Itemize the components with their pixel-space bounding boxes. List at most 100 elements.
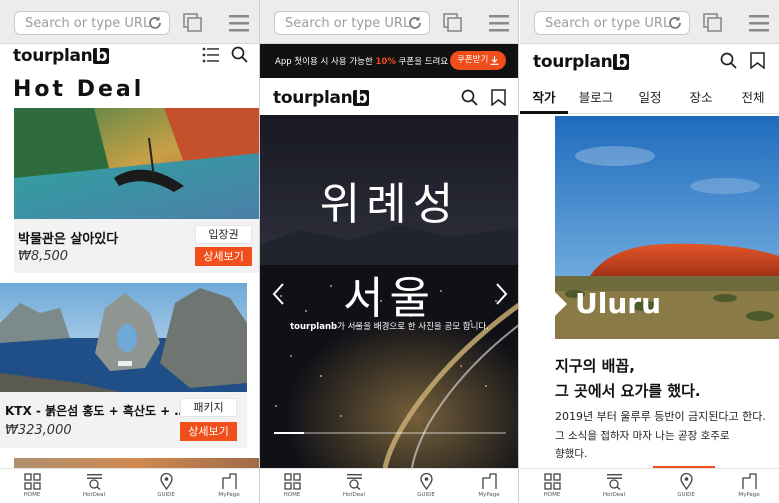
hero-caption: tourplanb가 서울을 배경으로 한 사진을 공모 합니다. [290, 322, 489, 332]
tabs-icon[interactable] [443, 13, 463, 33]
tab-schedule[interactable]: 일정 [626, 87, 674, 106]
tabs-icon[interactable] [183, 13, 203, 33]
reload-icon[interactable] [667, 15, 683, 31]
bottom-nav: HOME HotDeal GUIDE MyPage [0, 468, 259, 503]
browser-toolbar: Search or type URL [520, 0, 779, 44]
nav-label: MyPage [738, 492, 760, 498]
url-input[interactable]: Search or type URL [14, 11, 170, 35]
url-placeholder: Search or type URL [285, 16, 411, 31]
contest-screen: Search or type URL App 첫이용 시 사용 가능한 10% … [260, 0, 519, 503]
mypage-icon [221, 473, 237, 489]
nav-home[interactable]: HOME [532, 473, 572, 498]
island-rocks-image [0, 283, 247, 392]
nav-label: GUIDE [157, 492, 175, 498]
hotdeal-screen: Search or type URL tourplan b Hot Deal 박물… [0, 0, 260, 503]
photo-label: Uluru [575, 287, 662, 320]
nav-guide[interactable]: GUIDE [666, 473, 706, 498]
museum-painting-image [14, 108, 259, 219]
mypage-icon [481, 473, 497, 489]
reload-icon[interactable] [147, 15, 163, 31]
deal-price: ₩8,500 [18, 249, 69, 264]
url-input[interactable]: Search or type URL [274, 11, 430, 35]
map-pin-icon [679, 473, 693, 490]
article-title-line-1: 지구의 배꼽, [555, 357, 635, 375]
carousel-progress [274, 432, 506, 434]
detail-button[interactable]: 상세보기 [195, 247, 252, 266]
nav-label: HOME [543, 492, 561, 498]
app-coupon-banner: App 첫이용 시 사용 가능한 10% 쿠폰을 드려요 쿠폰받기 [260, 44, 518, 78]
deal-price: ₩323,000 [5, 423, 72, 438]
nav-hotdeal[interactable]: HotDeal [334, 473, 374, 498]
tab-author[interactable]: 작가 [520, 87, 568, 106]
bookmark-icon[interactable] [491, 89, 506, 106]
home-grid-icon [283, 473, 301, 490]
home-grid-icon [543, 473, 561, 490]
nav-guide[interactable]: GUIDE [146, 473, 186, 498]
site-logo[interactable]: tourplan b [13, 46, 110, 66]
deal-title: 박물관은 살아있다 [18, 232, 119, 247]
tab-all[interactable]: 전체 [729, 87, 777, 106]
detail-button[interactable]: 상세보기 [180, 422, 237, 441]
hero-title-1: 위례성 [319, 179, 460, 230]
bottom-nav: HOME HotDeal GUIDE MyPage [260, 468, 518, 503]
map-pin-icon [419, 473, 433, 490]
nav-home[interactable]: HOME [272, 473, 312, 498]
nav-label: HOME [283, 492, 301, 498]
active-tab-indicator [520, 111, 568, 114]
browser-menu-icon[interactable] [489, 14, 509, 32]
reload-icon[interactable] [407, 15, 423, 31]
tab-place[interactable]: 장소 [677, 87, 725, 106]
url-input[interactable]: Search or type URL [534, 11, 690, 35]
nav-mypage[interactable]: MyPage [469, 473, 509, 498]
chevron-left-icon[interactable] [272, 282, 285, 306]
hotdeal-search-icon [86, 474, 102, 490]
nav-label: HOME [23, 492, 41, 498]
browser-toolbar: Search or type URL [0, 0, 259, 44]
search-icon[interactable] [720, 52, 737, 69]
page-heading: Hot Deal [13, 77, 145, 102]
nav-label: GUIDE [417, 492, 435, 498]
play-triangle-icon [555, 292, 567, 316]
search-icon[interactable] [231, 46, 248, 63]
deal-category-tag: 패키지 [180, 398, 237, 417]
nav-label: HotDeal [82, 492, 106, 498]
nav-hotdeal[interactable]: HotDeal [594, 473, 634, 498]
search-icon[interactable] [461, 89, 478, 106]
nav-mypage[interactable]: MyPage [729, 473, 769, 498]
url-placeholder: Search or type URL [25, 16, 151, 31]
nav-home[interactable]: HOME [12, 473, 52, 498]
article-body-line-2: 그 소식을 접하자 마자 나는 곧장 호주로 [555, 430, 730, 442]
browser-toolbar: Search or type URL [260, 0, 518, 44]
home-grid-icon [23, 473, 41, 490]
tabs-icon[interactable] [703, 13, 723, 33]
site-logo[interactable]: tourplan b [273, 88, 370, 108]
nav-label: HotDeal [602, 492, 626, 498]
category-tabs: 작가 블로그 일정 장소 전체 [520, 80, 779, 114]
chevron-right-icon[interactable] [495, 282, 508, 306]
active-nav-indicator [653, 466, 715, 468]
nav-label: GUIDE [677, 492, 695, 498]
tab-blog[interactable]: 블로그 [572, 87, 620, 106]
nav-label: HotDeal [342, 492, 366, 498]
deal-title: KTX - 붉은섬 홍도 + 흑산도 + … [5, 404, 187, 418]
article-screen: Search or type URL tourplan b 작가 블로그 일정 장… [520, 0, 779, 503]
hero-title-2: 서울 [343, 273, 436, 324]
nav-label: MyPage [478, 492, 500, 498]
list-menu-icon[interactable] [202, 47, 219, 63]
nav-guide[interactable]: GUIDE [406, 473, 446, 498]
bottom-nav: HOME HotDeal GUIDE MyPage [520, 466, 779, 503]
article-body-line-3: 향했다. [555, 448, 588, 460]
coupon-button[interactable]: 쿠폰받기 [450, 51, 506, 70]
site-logo[interactable]: tourplan b [533, 52, 630, 72]
nav-mypage[interactable]: MyPage [209, 473, 249, 498]
nav-hotdeal[interactable]: HotDeal [74, 473, 114, 498]
article-title-line-2: 그 곳에서 요가를 했다. [555, 382, 701, 400]
deal-category-tag: 입장권 [195, 225, 252, 244]
hotdeal-search-icon [346, 474, 362, 490]
bookmark-icon[interactable] [750, 52, 765, 69]
browser-menu-icon[interactable] [749, 14, 769, 32]
download-icon [490, 56, 499, 65]
nav-label: MyPage [218, 492, 240, 498]
banner-text: App 첫이용 시 사용 가능한 10% 쿠폰을 드려요 [275, 57, 449, 67]
browser-menu-icon[interactable] [229, 14, 249, 32]
